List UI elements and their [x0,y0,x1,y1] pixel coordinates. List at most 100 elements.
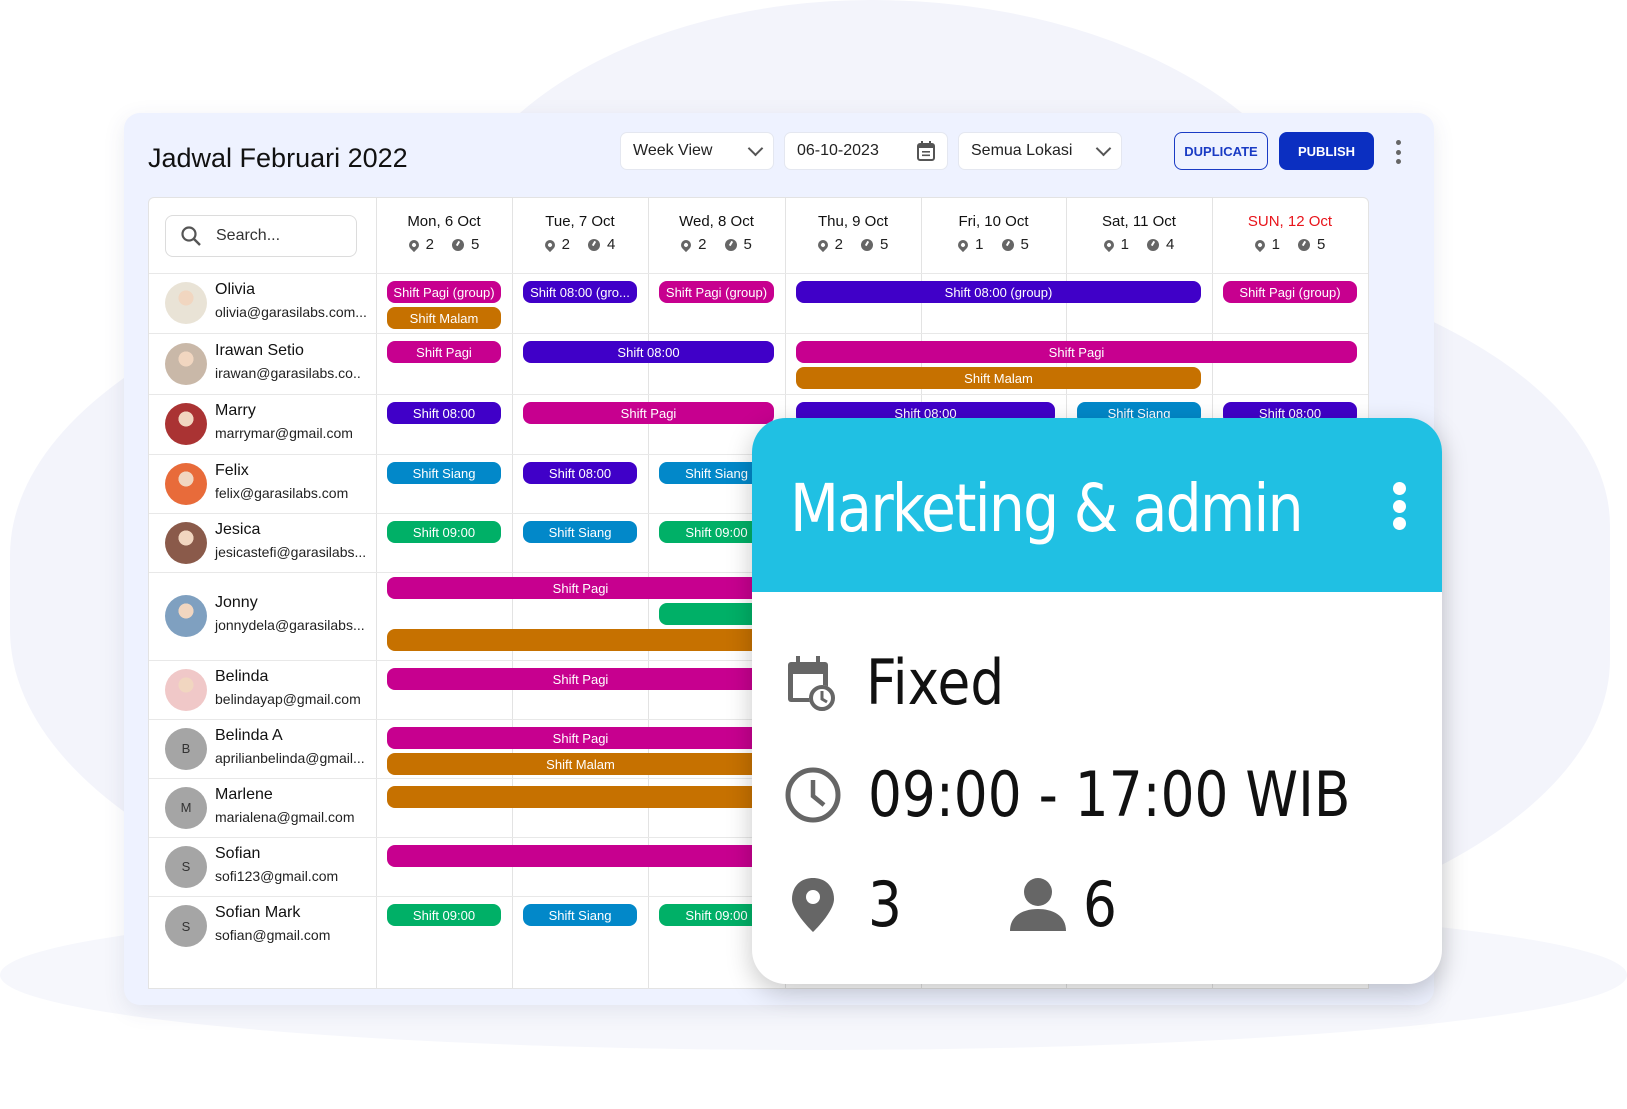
employee-email: sofian@gmail.com [215,927,331,943]
day-header[interactable]: Fri, 10 Oct 1 5 [921,213,1066,253]
shift-block[interactable]: Shift Pagi [387,577,774,599]
publish-button[interactable]: PUBLISH [1279,132,1374,170]
people-count: 6 [1083,868,1118,941]
location-pin-icon [679,237,694,252]
avatar: S [165,845,207,888]
avatar: B [165,727,207,770]
shift-block[interactable]: Shift 08:00 [523,341,774,363]
clock-icon [452,238,464,251]
shift-block[interactable]: Shift Siang [523,904,637,926]
employee-email: aprilianbelinda@gmail... [215,749,365,766]
popup-header: Marketing & admin [752,418,1442,592]
employee-name: Irawan Setio [215,341,304,359]
search-input[interactable]: Search... [165,215,357,257]
day-header[interactable]: Wed, 8 Oct 2 5 [648,213,785,253]
calendar-clock-icon [788,655,835,711]
day-header[interactable]: Mon, 6 Oct 2 5 [376,213,512,253]
shift-block[interactable]: Shift 08:00 [387,402,501,424]
shift-count: 4 [1166,236,1175,253]
view-select-value: Week View [633,142,713,159]
shift-block[interactable]: Shift Siang [387,462,501,484]
more-options-icon[interactable] [1394,140,1402,164]
person-icon [1010,877,1067,931]
day-stats: 25 [648,236,785,253]
employee-name: Marlene [215,785,273,803]
employee-email: irawan@garasilabs.co.. [215,364,361,381]
avatar [165,462,207,505]
day-header[interactable]: Sat, 11 Oct 1 4 [1066,213,1212,253]
clock-icon [1001,238,1014,251]
chevron-down-icon [747,140,764,157]
stats-row: 3 6 [784,868,1123,941]
employee-name: Sofian Mark [215,904,301,921]
shift-block[interactable]: Shift Malam [387,307,501,329]
shift-block[interactable]: Shift 09:00 [387,904,501,926]
location-pin-icon [792,877,834,932]
view-select[interactable]: Week View [620,132,774,170]
shift-block[interactable]: Shift Pagi [523,402,774,424]
shift-block[interactable]: Shift Malam [387,753,774,775]
clock-icon [724,238,737,251]
schedule-type: Fixed [866,646,1005,719]
employee-row[interactable]: Jesica jesicastefi@garasilabs... [149,513,377,572]
shift-block[interactable]: Shift Pagi (group) [387,281,501,303]
shift-block[interactable]: Shift Siang [523,521,637,543]
shift-block[interactable]: Shift Pagi [387,668,774,690]
day-header[interactable]: Thu, 9 Oct 2 5 [785,213,921,253]
employee-email: felix@garasilabs.com [215,484,349,501]
employee-row[interactable]: Marry marrymar@gmail.com [149,394,377,454]
shift-block[interactable] [387,845,774,867]
employee-name: Sofian [215,844,261,862]
location-select[interactable]: Semua Lokasi [958,132,1122,170]
employee-row[interactable]: S Sofian sofi123@gmail.com [149,837,377,896]
shift-count: 5 [743,236,752,253]
employee-row[interactable]: Belinda belindayap@gmail.com [149,660,377,719]
avatar: M [165,786,207,829]
location-count: 1 [975,236,984,253]
search-placeholder: Search... [216,227,281,244]
shift-block[interactable]: Shift 08:00 (gro... [523,281,637,303]
shift-block[interactable]: Shift Pagi [387,341,501,363]
shift-block[interactable]: Shift 08:00 (group) [796,281,1201,303]
avatar [165,521,207,564]
employee-row[interactable]: Jonny jonnydela@garasilabs... [149,572,377,660]
day-header[interactable]: SUN, 12 Oct 1 5 [1212,213,1368,253]
employee-name: Belinda A [215,726,283,744]
shift-block[interactable] [387,629,774,651]
clock-icon [1298,238,1310,251]
employee-email: olivia@garasilabs.com... [215,304,367,320]
shift-block[interactable]: Shift Pagi [796,341,1357,363]
popup-more-icon[interactable] [1392,482,1406,530]
shift-block[interactable]: Shift Pagi [387,727,774,749]
shift-count: 5 [471,236,480,253]
day-stats: 25 [785,236,921,253]
day-label: Wed, 8 Oct [679,213,754,230]
calendar-icon [917,141,935,161]
date-input[interactable]: 06-10-2023 [784,132,948,170]
employee-name: Felix [215,461,249,479]
employee-row[interactable]: Olivia olivia@garasilabs.com... [149,273,377,333]
employee-row[interactable]: S Sofian Mark sofian@gmail.com [149,896,377,956]
employee-row[interactable]: Irawan Setio irawan@garasilabs.co.. [149,333,377,394]
location-count: 1 [1271,236,1280,253]
date-value: 06-10-2023 [797,142,879,159]
employee-row[interactable]: M Marlene marialena@gmail.com [149,778,377,837]
duplicate-button[interactable]: DUPLICATE [1174,132,1268,170]
search-icon [181,226,201,246]
popup-title: Marketing & admin [790,470,1304,547]
shift-block[interactable] [387,786,774,808]
employee-email: jonnydela@garasilabs... [215,617,365,633]
location-count: 2 [834,236,843,253]
location-count: 2 [561,236,570,253]
employee-row[interactable]: B Belinda A aprilianbelinda@gmail... [149,719,377,778]
shift-count: 5 [1020,236,1029,253]
day-label: Mon, 6 Oct [407,213,481,230]
shift-block[interactable]: Shift 09:00 [387,521,501,543]
shift-block[interactable]: Shift 08:00 [523,462,637,484]
shift-block[interactable]: Shift Malam [796,367,1201,389]
day-header[interactable]: Tue, 7 Oct 2 4 [512,213,648,253]
shift-block[interactable]: Shift Pagi (group) [659,281,774,303]
employee-row[interactable]: Felix felix@garasilabs.com [149,454,377,513]
location-select-value: Semua Lokasi [971,142,1073,159]
shift-block[interactable]: Shift Pagi (group) [1223,281,1357,303]
